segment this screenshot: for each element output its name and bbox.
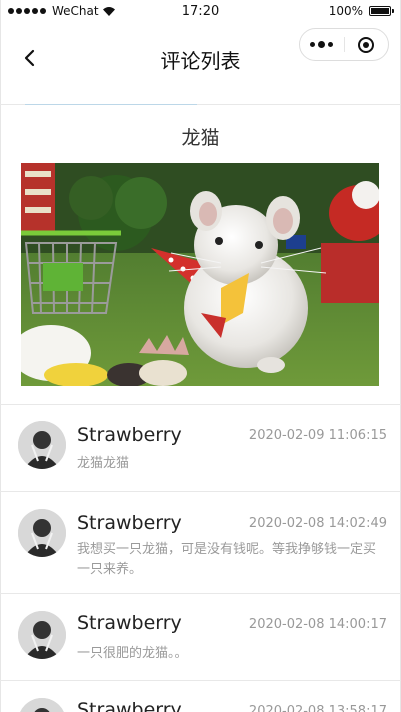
comment-time: 2020-02-08 14:00:17 xyxy=(248,617,387,632)
close-ring-icon xyxy=(358,36,375,53)
comment-time: 2020-02-08 13:58:17 xyxy=(248,704,387,712)
more-button[interactable] xyxy=(300,29,344,60)
avatar[interactable] xyxy=(18,698,66,712)
comment-time: 2020-02-09 11:06:15 xyxy=(248,428,387,443)
avatar[interactable] xyxy=(18,611,66,659)
status-bar: WeChat 17:20 100% xyxy=(0,0,401,24)
post-title: 龙猫 xyxy=(181,127,220,149)
comment-item: Strawberry 2020-02-08 14:02:49 我想买一只龙猫，可… xyxy=(0,492,401,593)
nav-accent-line xyxy=(25,104,197,105)
battery-group: 100% xyxy=(328,4,394,18)
avatar[interactable] xyxy=(18,421,66,469)
battery-label: 100% xyxy=(328,4,363,18)
comment-author: Strawberry xyxy=(77,612,182,634)
avatar[interactable] xyxy=(18,509,66,557)
comment-item: Strawberry 2020-02-08 13:58:17 xyxy=(0,681,401,712)
comment-text: 我想买一只龙猫，可是没有钱呢。等我挣够钱一定买一只来养。 xyxy=(77,542,377,577)
mini-program-capsule xyxy=(299,28,389,61)
comment-text: 龙猫龙猫 xyxy=(77,456,130,471)
comment-author: Strawberry xyxy=(77,699,182,712)
chinchilla-photo[interactable] xyxy=(21,163,379,386)
comment-author: Strawberry xyxy=(77,424,182,446)
comment-item: Strawberry 2020-02-08 14:00:17 一只很肥的龙猫。。 xyxy=(0,594,401,680)
more-dots-icon xyxy=(310,41,334,48)
comment-author: Strawberry xyxy=(77,512,182,534)
nav-bar: 评论列表 xyxy=(0,24,401,92)
comment-text: 一只很肥的龙猫。。 xyxy=(77,646,188,661)
comment-time: 2020-02-08 14:02:49 xyxy=(248,516,387,531)
close-button[interactable] xyxy=(345,29,389,60)
battery-icon xyxy=(369,6,394,16)
comment-item: Strawberry 2020-02-09 11:06:15 龙猫龙猫 xyxy=(0,405,401,491)
